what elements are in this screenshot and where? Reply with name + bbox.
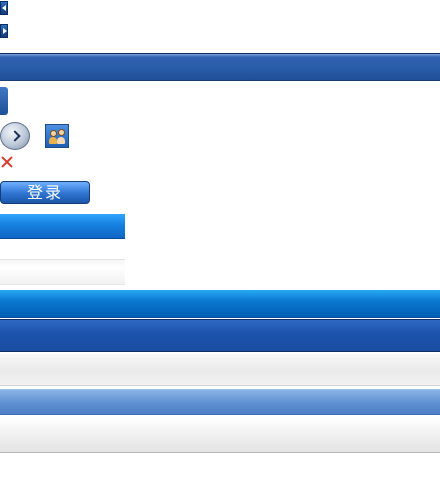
header-bar xyxy=(0,53,440,81)
side-tab[interactable] xyxy=(0,87,8,115)
right-arrow-button[interactable] xyxy=(0,24,8,38)
light-bar-2 xyxy=(0,418,440,453)
triangle-left-icon xyxy=(2,5,6,11)
triangle-right-icon xyxy=(3,28,7,34)
light-bar-1 xyxy=(0,354,440,386)
light-input-field[interactable] xyxy=(0,259,125,285)
circle-chevron-right-icon[interactable] xyxy=(0,122,30,150)
blue-bar-mid xyxy=(0,319,440,352)
blue-bar-light xyxy=(0,389,440,415)
users-icon[interactable] xyxy=(45,124,69,148)
left-arrow-button[interactable] xyxy=(0,1,8,15)
blue-bar-short xyxy=(0,214,125,239)
login-button[interactable]: 登录 xyxy=(0,181,90,204)
close-icon[interactable] xyxy=(0,155,14,169)
blue-bar-strong xyxy=(0,290,440,318)
